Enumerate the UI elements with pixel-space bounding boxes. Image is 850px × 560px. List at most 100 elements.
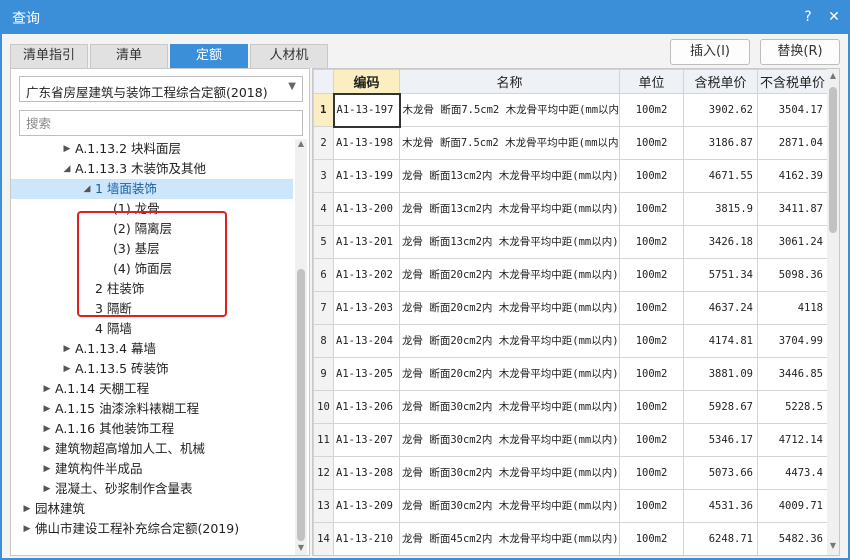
tree-scrollbar[interactable]: ▲ ▼ — [295, 139, 307, 555]
header-price-notax[interactable]: 不含税单价 — [757, 69, 828, 94]
cell-name[interactable]: 龙骨 断面30cm2内 木龙骨平均中距(mm以内) 500 — [399, 456, 620, 490]
table-row[interactable]: 8A1-13-204龙骨 断面20cm2内 木龙骨平均中距(mm以内) 4501… — [313, 324, 828, 358]
expand-toggle-icon[interactable]: ◢ — [61, 159, 73, 179]
cell-price-tax[interactable]: 5346.17 — [683, 423, 758, 457]
cell-unit[interactable]: 100m2 — [619, 93, 684, 127]
cell-price-notax[interactable]: 2871.04 — [757, 126, 828, 160]
table-row[interactable]: 12A1-13-208龙骨 断面30cm2内 木龙骨平均中距(mm以内) 500… — [313, 456, 828, 490]
cell-price-notax[interactable]: 5228.5 — [757, 390, 828, 424]
table-row[interactable]: 14A1-13-210龙骨 断面45cm2内 木龙骨平均中距(mm以内) 400… — [313, 522, 828, 555]
cell-unit[interactable]: 100m2 — [619, 258, 684, 292]
cell-price-tax[interactable]: 6248.71 — [683, 522, 758, 555]
cell-name[interactable]: 木龙骨 断面7.5cm2 木龙骨平均中距(mm以内) 300 — [399, 93, 620, 127]
cell-price-tax[interactable]: 4531.36 — [683, 489, 758, 523]
row-number[interactable]: 6 — [313, 258, 334, 292]
expand-toggle-icon[interactable]: ▶ — [41, 399, 53, 419]
table-row[interactable]: 11A1-13-207龙骨 断面30cm2内 木龙骨平均中距(mm以内) 450… — [313, 423, 828, 457]
table-row[interactable]: 7A1-13-203龙骨 断面20cm2内 木龙骨平均中距(mm以内) 4001… — [313, 291, 828, 325]
scroll-down-icon[interactable]: ▼ — [828, 541, 838, 550]
header-unit[interactable]: 单位 — [619, 69, 684, 94]
table-row[interactable]: 2A1-13-198木龙骨 断面7.5cm2 木龙骨平均中距(mm以内) 400… — [313, 126, 828, 160]
cell-name[interactable]: 龙骨 断面13cm2内 木龙骨平均中距(mm以内) 450 — [399, 225, 620, 259]
cell-name[interactable]: 龙骨 断面30cm2内 木龙骨平均中距(mm以内) 450 — [399, 423, 620, 457]
row-number[interactable]: 7 — [313, 291, 334, 325]
tree-node[interactable]: ◢ 1 墙面装饰 — [11, 179, 293, 199]
expand-toggle-icon[interactable]: ▶ — [21, 519, 33, 539]
cell-code[interactable]: A1-13-209 — [333, 489, 400, 523]
cell-price-notax[interactable]: 4009.71 — [757, 489, 828, 523]
cell-name[interactable]: 龙骨 断面45cm2内 木龙骨平均中距(mm以内) 400 — [399, 522, 620, 555]
tree-node[interactable]: 3 隔断 — [11, 299, 293, 319]
cell-unit[interactable]: 100m2 — [619, 192, 684, 226]
header-name[interactable]: 名称 — [399, 69, 620, 94]
row-number[interactable]: 3 — [313, 159, 334, 193]
cell-price-notax[interactable]: 3446.85 — [757, 357, 828, 391]
row-number[interactable]: 4 — [313, 192, 334, 226]
tree-node[interactable]: ▶ 混凝土、砂浆制作含量表 — [11, 479, 293, 499]
expand-toggle-icon[interactable]: ▶ — [41, 459, 53, 479]
row-number[interactable]: 2 — [313, 126, 334, 160]
cell-unit[interactable]: 100m2 — [619, 489, 684, 523]
cell-code[interactable]: A1-13-197 — [332, 92, 401, 128]
tree-node[interactable]: ▶ A.1.13.2 块料面层 — [11, 139, 293, 159]
expand-toggle-icon[interactable]: ▶ — [41, 379, 53, 399]
cell-code[interactable]: A1-13-198 — [333, 126, 400, 160]
row-number[interactable]: 13 — [313, 489, 334, 523]
cell-name[interactable]: 龙骨 断面20cm2内 木龙骨平均中距(mm以内) 500 — [399, 357, 620, 391]
cell-price-notax[interactable]: 3704.99 — [757, 324, 828, 358]
cell-unit[interactable]: 100m2 — [619, 225, 684, 259]
scroll-up-icon[interactable]: ▲ — [828, 71, 838, 80]
tree-node[interactable]: (4) 饰面层 — [11, 259, 293, 279]
expand-toggle-icon[interactable]: ▶ — [61, 139, 73, 159]
table-row[interactable]: 10A1-13-206龙骨 断面30cm2内 木龙骨平均中距(mm以内) 400… — [313, 390, 828, 424]
tree-node[interactable]: ▶ A.1.16 其他装饰工程 — [11, 419, 293, 439]
cell-price-tax[interactable]: 4174.81 — [683, 324, 758, 358]
cell-name[interactable]: 龙骨 断面20cm2内 木龙骨平均中距(mm以内) 450 — [399, 324, 620, 358]
cell-price-notax[interactable]: 3411.87 — [757, 192, 828, 226]
cell-price-tax[interactable]: 3186.87 — [683, 126, 758, 160]
cell-unit[interactable]: 100m2 — [619, 159, 684, 193]
scroll-up-icon[interactable]: ▲ — [296, 139, 306, 148]
cell-code[interactable]: A1-13-200 — [333, 192, 400, 226]
tree-node[interactable]: ▶ 建筑构件半成品 — [11, 459, 293, 479]
tree-node[interactable]: ▶ 园林建筑 — [11, 499, 293, 519]
tree-node[interactable]: (1) 龙骨 — [11, 199, 293, 219]
cell-unit[interactable]: 100m2 — [619, 423, 684, 457]
cell-price-tax[interactable]: 3426.18 — [683, 225, 758, 259]
cell-name[interactable]: 木龙骨 断面7.5cm2 木龙骨平均中距(mm以内) 400 — [399, 126, 620, 160]
expand-toggle-icon[interactable]: ▶ — [61, 359, 73, 379]
header-code[interactable]: 编码 — [333, 69, 400, 94]
tab-quota[interactable]: 定额 — [170, 44, 248, 68]
cell-price-tax[interactable]: 3881.09 — [683, 357, 758, 391]
cell-unit[interactable]: 100m2 — [619, 357, 684, 391]
table-row[interactable]: 6A1-13-202龙骨 断面20cm2内 木龙骨平均中距(mm以内) 3001… — [313, 258, 828, 292]
tree-node[interactable]: ▶ A.1.14 天棚工程 — [11, 379, 293, 399]
cell-name[interactable]: 龙骨 断面30cm2内 木龙骨平均中距(mm以内) 400 — [399, 390, 620, 424]
cell-price-tax[interactable]: 4671.55 — [683, 159, 758, 193]
grid-scroll-thumb[interactable] — [829, 87, 837, 233]
cell-price-notax[interactable]: 3061.24 — [757, 225, 828, 259]
tree-node[interactable]: ◢ A.1.13.3 木装饰及其他 — [11, 159, 293, 179]
cell-unit[interactable]: 100m2 — [619, 126, 684, 160]
cell-name[interactable]: 龙骨 断面20cm2内 木龙骨平均中距(mm以内) 300 — [399, 258, 620, 292]
cell-code[interactable]: A1-13-208 — [333, 456, 400, 490]
cell-unit[interactable]: 100m2 — [619, 390, 684, 424]
cell-price-tax[interactable]: 5751.34 — [683, 258, 758, 292]
cell-price-notax[interactable]: 5482.36 — [757, 522, 828, 555]
cell-name[interactable]: 龙骨 断面13cm2内 木龙骨平均中距(mm以内) 300 — [399, 159, 620, 193]
expand-toggle-icon[interactable]: ◢ — [81, 179, 93, 199]
scroll-down-icon[interactable]: ▼ — [296, 543, 306, 552]
insert-button[interactable]: 插入(I) — [670, 39, 750, 65]
cell-price-tax[interactable]: 5073.66 — [683, 456, 758, 490]
cell-code[interactable]: A1-13-204 — [333, 324, 400, 358]
cell-unit[interactable]: 100m2 — [619, 456, 684, 490]
tree-node[interactable]: ▶ 建筑物超高增加人工、机械 — [11, 439, 293, 459]
cell-price-notax[interactable]: 3504.17 — [757, 93, 828, 127]
row-number[interactable]: 11 — [313, 423, 334, 457]
expand-toggle-icon[interactable]: ▶ — [41, 439, 53, 459]
cell-name[interactable]: 龙骨 断面30cm2内 木龙骨平均中距(mm以内) 550 — [399, 489, 620, 523]
tree-node[interactable]: (3) 基层 — [11, 239, 293, 259]
quota-library-select[interactable]: 广东省房屋建筑与装饰工程综合定额(2018) ▼ — [19, 76, 303, 102]
tree-node[interactable]: ▶ A.1.13.5 砖装饰 — [11, 359, 293, 379]
tree-node[interactable]: 4 隔墙 — [11, 319, 293, 339]
